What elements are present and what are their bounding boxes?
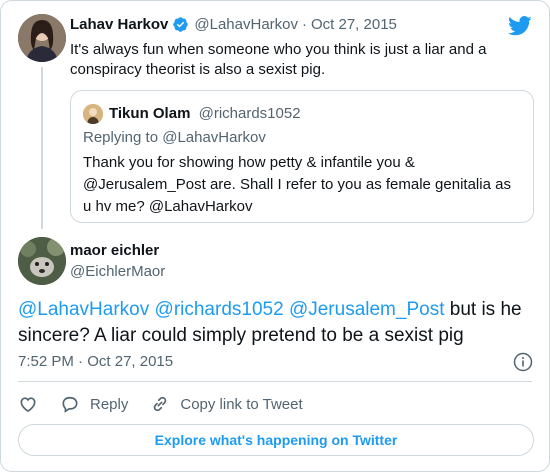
reply-label[interactable]: Reply — [90, 396, 128, 413]
copy-link-button[interactable]: Copy link to Tweet — [150, 394, 303, 414]
parent-tweet-date[interactable]: Oct 27, 2015 — [311, 16, 397, 33]
main-author-name[interactable]: maor eichler — [70, 242, 159, 259]
lahav-harkov-avatar[interactable] — [18, 14, 66, 62]
reply-bubble-icon — [62, 396, 78, 413]
quoted-author-handle[interactable]: @richards1052 — [199, 105, 301, 122]
info-icon[interactable] — [513, 352, 533, 372]
mention-link[interactable]: @richards1052 — [155, 299, 284, 320]
separator-dot: · — [302, 16, 307, 33]
parent-author-name[interactable]: Lahav Harkov — [70, 16, 168, 33]
tweet-time[interactable]: 7:52 PM — [18, 353, 74, 370]
copy-link-label[interactable]: Copy link to Tweet — [180, 396, 302, 413]
mention-link[interactable]: @Jerusalem_Post — [289, 299, 445, 320]
quoted-tweet-header: Tikun Olam @richards1052 — [109, 105, 301, 122]
main-author-handle[interactable]: @EichlerMaor — [70, 263, 165, 280]
thread-connector-line — [41, 67, 43, 229]
quoted-author-name[interactable]: Tikun Olam — [109, 105, 190, 122]
parent-tweet-text: It's always fun when someone who you thi… — [70, 41, 487, 78]
heart-icon — [20, 397, 36, 413]
tweet-timestamp[interactable]: 7:52 PM · Oct 27, 2015 — [18, 353, 173, 370]
separator-dot: · — [78, 353, 84, 370]
parent-author-handle[interactable]: @LahavHarkov — [194, 16, 298, 33]
reply-button[interactable]: Reply — [60, 394, 128, 414]
maor-eichler-avatar[interactable] — [18, 237, 66, 285]
quoted-tweet-text: Thank you for showing how petty & infant… — [83, 154, 511, 215]
main-tweet-text: @LahavHarkov @richards1052 @Jerusalem_Po… — [18, 297, 538, 349]
like-button[interactable] — [18, 394, 38, 414]
replying-to-label: Replying to @LahavHarkov — [83, 129, 266, 146]
twitter-bird-icon[interactable] — [508, 16, 532, 36]
action-bar: Reply Copy link to Tweet — [18, 392, 325, 416]
link-icon — [154, 396, 167, 412]
verified-badge-icon — [173, 17, 189, 32]
divider — [18, 381, 532, 382]
tweet-date[interactable]: Oct 27, 2015 — [87, 353, 173, 370]
tweet-embed-card: Lahav Harkov @LahavHarkov · Oct 27, 2015… — [0, 0, 550, 472]
quoted-tweet[interactable]: Tikun Olam @richards1052 Replying to @La… — [70, 90, 534, 223]
tikun-olam-avatar[interactable] — [83, 104, 103, 124]
parent-tweet-header: Lahav Harkov @LahavHarkov · Oct 27, 2015 — [70, 16, 397, 33]
explore-twitter-button[interactable]: Explore what's happening on Twitter — [18, 424, 534, 456]
mention-link[interactable]: @LahavHarkov — [18, 299, 149, 320]
